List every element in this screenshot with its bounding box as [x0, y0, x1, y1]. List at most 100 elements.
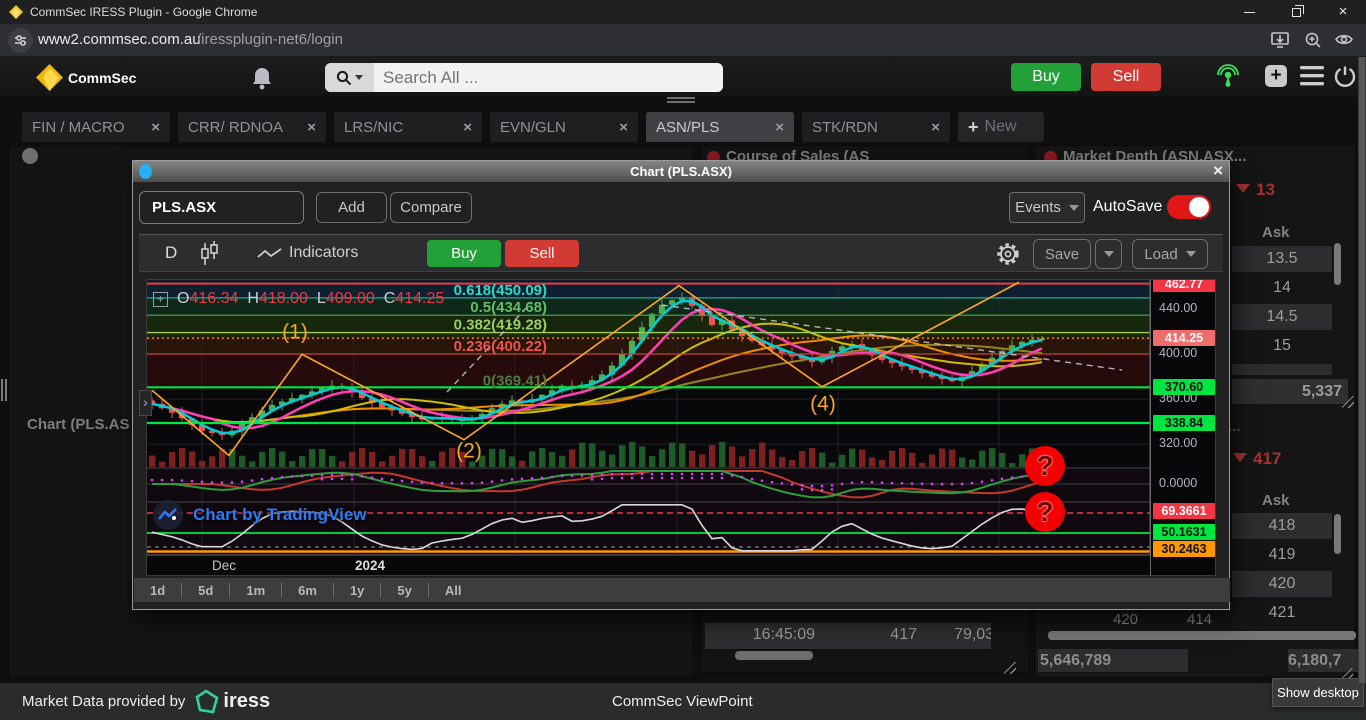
beacon-idea-icon[interactable]: [1216, 62, 1240, 92]
tab-close-icon[interactable]: ×: [619, 119, 628, 136]
install-app-icon[interactable]: [1270, 30, 1290, 50]
tab-label: LRS/NIC: [344, 119, 403, 136]
ohlc-legend: + O416.34 H418.00 L409.00 C414.25: [153, 290, 444, 308]
load-button[interactable]: Load: [1132, 239, 1208, 269]
window-dot-icon[interactable]: [139, 164, 152, 179]
price-scale[interactable]: 440.00400.00360.00320.000.0000462.77414.…: [1150, 280, 1216, 576]
url-domain[interactable]: www2.commsec.com.au: [38, 31, 201, 48]
depth-row[interactable]: 14: [1232, 275, 1332, 301]
events-label: Events: [1015, 199, 1061, 216]
chart-sell-button[interactable]: Sell: [505, 240, 579, 267]
add-widget-button[interactable]: +: [1265, 65, 1287, 87]
range-5d[interactable]: 5d: [182, 583, 229, 598]
range-6m[interactable]: 6m: [282, 583, 333, 598]
left-window-title[interactable]: Chart (PLS.AS: [27, 416, 130, 433]
tab-label: FIN / MACRO: [32, 119, 125, 136]
interval-button[interactable]: D: [165, 243, 177, 263]
range-all[interactable]: All: [429, 583, 478, 598]
power-logout-icon[interactable]: [1333, 64, 1357, 88]
chart-buy-button[interactable]: Buy: [427, 240, 501, 267]
fib-label: 0.236(400.22): [454, 338, 547, 355]
footer: Market Data provided by iress CommSec Vi…: [0, 683, 1366, 720]
search-scope-button[interactable]: [325, 63, 374, 92]
chart-canvas[interactable]: 0.618(450.09)0.5(434.68)0.382(419.28)0.2…: [147, 280, 1216, 576]
depth-row[interactable]: 419: [1232, 542, 1332, 568]
tab-close-icon[interactable]: ×: [463, 119, 472, 136]
dock-grip[interactable]: [5, 379, 7, 401]
autosave-toggle[interactable]: [1167, 195, 1211, 219]
hscrollbar-thumb[interactable]: [735, 651, 813, 660]
range-1y[interactable]: 1y: [334, 583, 380, 598]
scrollbar-thumb[interactable]: [1334, 243, 1341, 285]
depth-row[interactable]: 15: [1232, 333, 1332, 359]
menu-hamburger-icon[interactable]: [1300, 66, 1324, 86]
header-buy-button[interactable]: Buy: [1011, 63, 1081, 91]
chevron-down-icon: [1104, 251, 1114, 257]
indicators-button[interactable]: Indicators: [289, 244, 358, 262]
hscrollbar-thumb[interactable]: [1048, 631, 1356, 640]
fib-label: 0(369.41): [483, 373, 547, 390]
scrollbar-thumb[interactable]: [1359, 57, 1365, 683]
tab-close-icon[interactable]: ×: [151, 119, 160, 136]
symbol-input[interactable]: [139, 191, 304, 224]
legend-box-icon[interactable]: +: [153, 292, 168, 307]
settings-gear-icon[interactable]: [994, 240, 1022, 268]
ask-column-header: Ask: [1262, 492, 1290, 509]
close-icon[interactable]: ×: [1213, 161, 1223, 181]
range-5y[interactable]: 5y: [381, 583, 427, 598]
tab-close-icon[interactable]: ×: [307, 119, 316, 136]
dock-grip[interactable]: [1, 379, 3, 401]
tab-asn-pls[interactable]: ASN/PLS×: [646, 112, 794, 142]
eye-icon[interactable]: [1334, 31, 1354, 48]
chart-window-titlebar[interactable]: Chart (PLS.ASX) ×: [133, 161, 1229, 182]
resize-handle[interactable]: [1004, 662, 1016, 674]
price-tick: 400.00: [1159, 346, 1197, 360]
drag-handle[interactable]: [667, 101, 695, 103]
time-axis-label: 2024: [355, 558, 386, 573]
save-button[interactable]: Save: [1033, 239, 1091, 269]
iress-logo-icon: [195, 689, 219, 715]
scrollbar-thumb[interactable]: [1334, 514, 1341, 554]
site-settings-icon[interactable]: [8, 28, 33, 53]
search-input[interactable]: [374, 63, 723, 92]
chart-area[interactable]: 0.618(450.09)0.5(434.68)0.382(419.28)0.2…: [146, 279, 1216, 576]
depth-row[interactable]: 418: [1232, 513, 1332, 539]
zoom-in-icon[interactable]: [1303, 30, 1323, 50]
tradingview-credit[interactable]: Chart by TradingView: [153, 500, 367, 530]
add-button[interactable]: Add: [316, 192, 387, 223]
drag-handle[interactable]: [667, 97, 695, 99]
url-path[interactable]: /iressplugin-net6/login: [197, 31, 343, 48]
minimize-button[interactable]: [1242, 5, 1256, 19]
depth-row[interactable]: 13.5: [1232, 246, 1332, 272]
tab-lrs-nic[interactable]: LRS/NIC ×: [334, 112, 482, 142]
screen: CommSec IRESS Plugin - Google Chrome × w…: [0, 0, 1366, 720]
range-1d[interactable]: 1d: [134, 583, 181, 598]
tab-evn-gln[interactable]: EVN/GLN×: [490, 112, 638, 142]
scrollbar-track[interactable]: [1358, 57, 1366, 683]
tab-close-icon[interactable]: ×: [931, 119, 940, 136]
header-sell-button[interactable]: Sell: [1091, 63, 1161, 91]
depth-row[interactable]: 14.5: [1232, 304, 1332, 330]
notifications-bell-icon[interactable]: [250, 65, 274, 91]
indicators-icon: [257, 247, 283, 261]
new-tab-button[interactable]: + New: [958, 112, 1044, 142]
depth-row[interactable]: 421: [1232, 600, 1332, 626]
resize-handle[interactable]: [1342, 396, 1354, 408]
fib-label: 0.5(434.68): [470, 299, 547, 316]
tab-crr-rdnoa[interactable]: CRR/ RDNOA×: [178, 112, 326, 142]
window-dot-icon[interactable]: [22, 148, 38, 164]
collapse-arrow[interactable]: ›: [139, 390, 152, 416]
tab-stk-rdn[interactable]: STK/RDN×: [802, 112, 950, 142]
events-dropdown[interactable]: Events: [1009, 192, 1085, 223]
compare-button[interactable]: Compare: [390, 192, 472, 223]
close-window-button[interactable]: ×: [1336, 4, 1350, 18]
candlestick-style-icon[interactable]: [199, 241, 221, 267]
cos-row[interactable]: 16:45:09 417 79,036: [705, 623, 991, 649]
depth-row[interactable]: 420: [1232, 571, 1332, 597]
tab-close-icon[interactable]: ×: [775, 119, 784, 136]
range-1m[interactable]: 1m: [230, 583, 281, 598]
brand-label: CommSec: [68, 70, 136, 86]
tab-fin-macro[interactable]: FIN / MACRO ×: [22, 112, 170, 142]
restore-button[interactable]: [1289, 5, 1303, 19]
save-menu-button[interactable]: [1095, 239, 1122, 269]
